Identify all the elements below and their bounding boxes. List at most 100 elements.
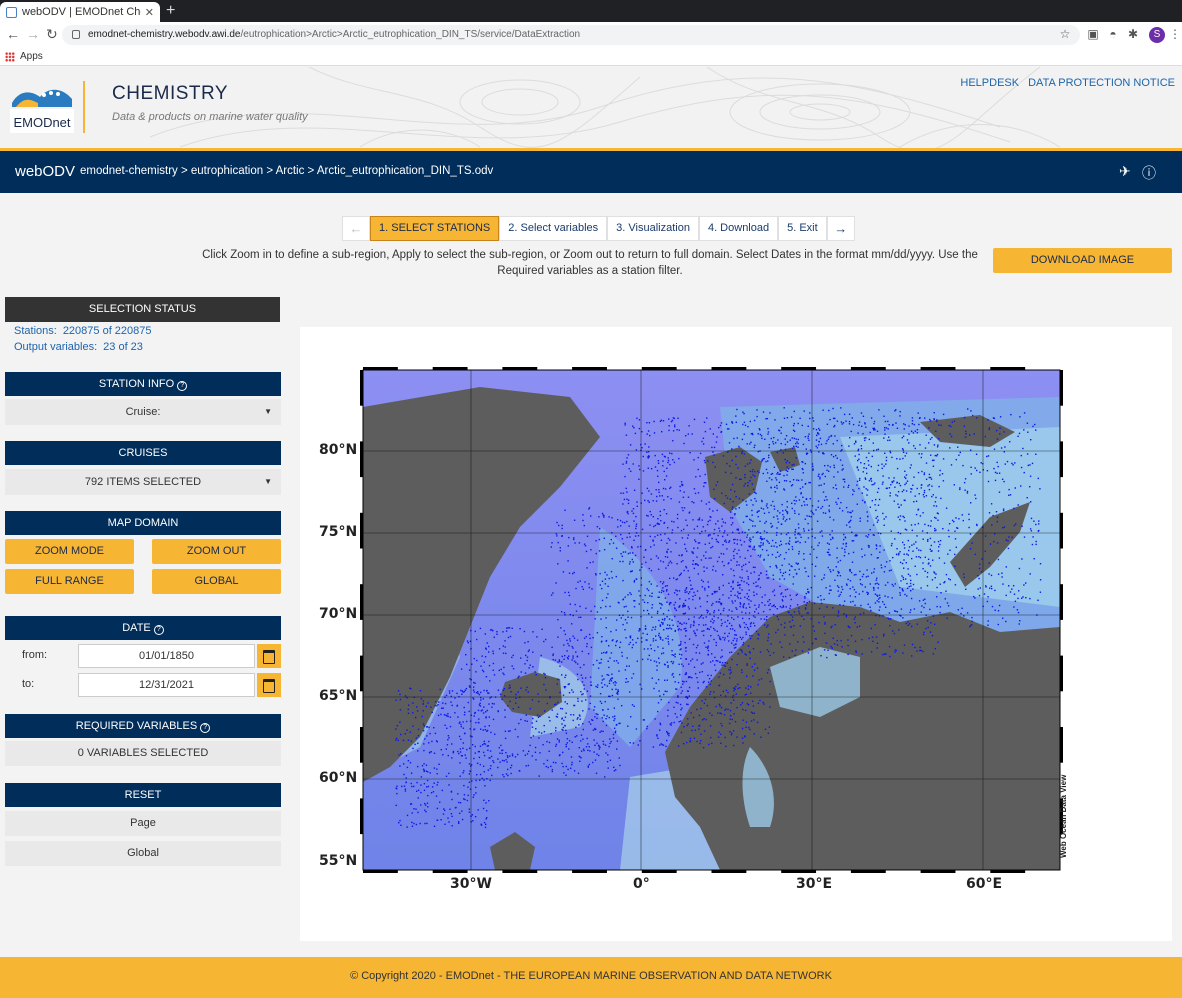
station-marker [905, 482, 907, 484]
calendar-icon[interactable] [257, 644, 281, 668]
date-to-input[interactable]: 12/31/2021 [78, 673, 255, 697]
back-icon[interactable]: ← [6, 26, 20, 42]
station-marker [626, 665, 628, 667]
station-marker [667, 709, 669, 711]
station-marker [822, 452, 824, 455]
station-marker [702, 634, 705, 637]
station-marker [489, 629, 492, 631]
url-input[interactable]: emodnet-chemistry.webodv.awi.de/eutrophi… [62, 25, 1080, 45]
station-marker [809, 481, 811, 484]
date-from-input[interactable]: 01/01/1850 [78, 644, 255, 668]
profile-avatar[interactable]: S [1149, 27, 1165, 43]
station-marker [803, 410, 805, 412]
station-marker [568, 644, 570, 647]
station-marker [1031, 462, 1034, 465]
station-marker [667, 496, 669, 498]
cruise-dropdown[interactable]: Cruise: ▼ [5, 399, 281, 425]
step-exit[interactable]: 5. Exit [778, 216, 827, 241]
station-marker [757, 554, 760, 557]
step-select-stations[interactable]: 1. SELECT STATIONS [370, 216, 500, 241]
station-marker [766, 549, 768, 552]
station-marker [997, 623, 999, 626]
zoom-mode-button[interactable]: ZOOM MODE [5, 539, 134, 564]
help-icon[interactable]: ⓘ [1142, 163, 1156, 183]
station-marker [480, 823, 482, 825]
send-icon[interactable]: ✈ [1119, 163, 1131, 180]
extension-glasses-icon[interactable]: ◓ [1106, 27, 1120, 41]
forward-icon[interactable]: → [26, 26, 40, 42]
station-marker [980, 462, 982, 464]
help-circle-icon[interactable]: ? [153, 625, 164, 635]
station-marker [551, 709, 553, 711]
station-marker [717, 712, 719, 714]
station-marker [719, 636, 721, 638]
station-marker [693, 567, 695, 570]
station-marker [663, 693, 665, 696]
station-marker [856, 626, 858, 628]
new-tab-icon[interactable]: + [166, 2, 175, 20]
station-map[interactable] [300, 327, 1172, 941]
required-variables-selector[interactable]: 0 VARIABLES SELECTED [5, 741, 281, 766]
apps-bookmark[interactable]: Apps [20, 51, 43, 62]
webodv-home-link[interactable]: webODV [15, 163, 75, 180]
station-marker [947, 553, 949, 555]
station-marker [457, 716, 459, 718]
previous-step-icon[interactable]: ← [342, 216, 370, 241]
station-marker [749, 657, 751, 660]
station-marker [712, 602, 714, 605]
next-step-icon[interactable]: → [826, 216, 855, 241]
station-marker [814, 575, 816, 577]
station-marker [520, 718, 522, 721]
station-marker [705, 482, 707, 484]
puzzle-icon[interactable]: ✱ [1126, 27, 1140, 41]
station-marker [849, 595, 851, 597]
station-marker [730, 594, 732, 597]
cruises-dropdown[interactable]: 792 ITEMS SELECTED ▼ [5, 469, 281, 495]
browser-tab[interactable]: webODV | EMODnet Chem ✕ [0, 2, 160, 22]
station-marker [581, 586, 583, 588]
station-marker [864, 439, 866, 442]
station-marker [935, 517, 937, 519]
station-marker [608, 716, 610, 719]
bookmark-star-icon[interactable]: ☆ [1058, 27, 1072, 41]
station-marker [877, 487, 880, 490]
station-marker [435, 795, 438, 797]
close-tab-icon[interactable]: ✕ [145, 6, 154, 19]
reset-global-button[interactable]: Global [5, 841, 281, 866]
full-range-button[interactable]: FULL RANGE [5, 569, 134, 594]
station-marker [911, 625, 913, 628]
station-marker [895, 494, 897, 496]
global-button[interactable]: GLOBAL [152, 569, 281, 594]
station-marker [597, 667, 600, 669]
step-download[interactable]: 4. Download [698, 216, 779, 241]
station-marker [713, 610, 716, 612]
download-image-button[interactable]: DOWNLOAD IMAGE [993, 248, 1172, 273]
helpdesk-link[interactable]: HELPDESK [960, 77, 1019, 89]
station-map-canvas[interactable] [300, 327, 1172, 941]
station-marker [596, 526, 599, 528]
station-marker [562, 765, 564, 768]
reset-page-button[interactable]: Page [5, 811, 281, 836]
station-marker [600, 702, 603, 704]
station-marker [855, 573, 857, 576]
step-visualization[interactable]: 3. Visualization [607, 216, 699, 241]
station-marker [662, 639, 664, 641]
station-marker [933, 459, 935, 461]
station-marker [784, 448, 787, 451]
browser-menu-icon[interactable]: ⋮ [1168, 27, 1182, 41]
extension-icon[interactable]: ▣ [1086, 27, 1100, 41]
data-protection-link[interactable]: DATA PROTECTION NOTICE [1028, 77, 1175, 89]
zoom-out-button[interactable]: ZOOM OUT [152, 539, 281, 564]
station-marker [794, 531, 796, 533]
station-marker [849, 526, 851, 528]
help-circle-icon[interactable]: ? [177, 381, 188, 391]
station-marker [411, 821, 413, 824]
help-circle-icon[interactable]: ? [200, 723, 211, 733]
station-marker [632, 644, 634, 646]
calendar-icon[interactable] [257, 673, 281, 697]
station-marker [706, 601, 708, 603]
step-select-variables[interactable]: 2. Select variables [499, 216, 608, 241]
station-marker [660, 419, 663, 421]
reload-icon[interactable]: ↻ [46, 26, 58, 43]
station-marker [701, 440, 703, 443]
